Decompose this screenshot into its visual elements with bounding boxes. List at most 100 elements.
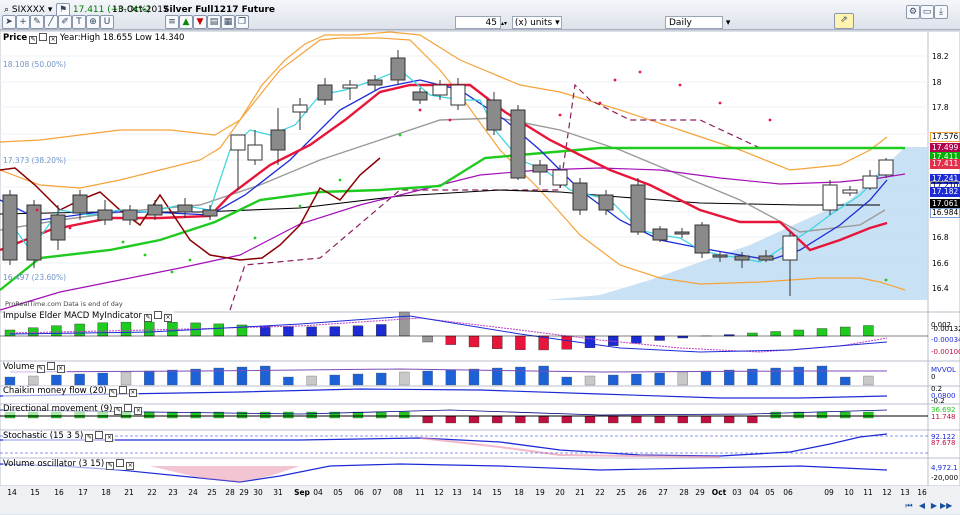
zoom-icon[interactable]: ⊕	[86, 15, 100, 29]
candle-body	[532, 164, 548, 173]
psar-dot	[884, 278, 888, 282]
x-axis-date-label: 20	[555, 488, 565, 497]
export-icon[interactable]: ⤓	[934, 5, 948, 19]
arrow-up-icon[interactable]: ▲	[179, 15, 193, 29]
window-icon[interactable]	[116, 459, 125, 467]
wrench-icon[interactable]: ✎	[143, 314, 152, 322]
x-axis-date-label: 16	[54, 488, 64, 497]
period-label: Daily	[665, 16, 723, 29]
macd-bar	[28, 327, 39, 337]
arrow-down-icon[interactable]: ▼	[193, 15, 207, 29]
nav-first-icon[interactable]: ⏮	[903, 500, 915, 511]
window-icon[interactable]	[118, 386, 127, 394]
wrench-icon[interactable]: ✎	[108, 389, 117, 397]
nav-play-icon[interactable]: ▶	[928, 500, 940, 511]
crosshair-icon[interactable]: +	[16, 15, 30, 29]
volume-bar	[631, 373, 642, 386]
line-icon[interactable]: ╱	[44, 15, 58, 29]
close-icon[interactable]: ×	[105, 434, 114, 442]
volosc-title: Volume oscillator (3 15)	[3, 459, 105, 469]
psar-dot	[398, 133, 402, 137]
window-icon[interactable]	[124, 404, 133, 412]
screen-icon[interactable]: ▭	[920, 5, 934, 19]
close-icon[interactable]: ×	[128, 389, 137, 397]
volume-bar	[677, 371, 688, 386]
close-icon[interactable]: ×	[163, 314, 172, 322]
psar-dot	[678, 83, 682, 87]
window-icon[interactable]	[39, 33, 48, 41]
macd-bar	[329, 326, 340, 337]
units-input[interactable]: 45	[455, 16, 501, 29]
candle-body	[367, 79, 383, 86]
window-icon[interactable]	[153, 311, 162, 319]
macd-pane-title: Impulse Elder MACD MyIndicator ✎ ×	[3, 311, 174, 322]
x-axis-date-label: 28	[225, 488, 235, 497]
fibonacci-icon[interactable]: ≡	[165, 15, 179, 29]
eraser-icon[interactable]: ✐	[58, 15, 72, 29]
price-pane-title: Price ✎ × Year:High 18.655 Low 14.340	[3, 33, 187, 44]
wrench-icon[interactable]: ✎	[36, 365, 45, 373]
wrench-icon[interactable]: ✎	[114, 407, 123, 415]
macd-bar	[399, 311, 410, 337]
macd-bar	[747, 332, 758, 337]
volume-bar	[468, 368, 480, 386]
grid-icon[interactable]: ▦	[221, 15, 235, 29]
wrench-icon[interactable]: ✎	[85, 434, 94, 442]
x-axis-date-label: 26	[637, 488, 647, 497]
dm-bar	[608, 415, 619, 424]
close-icon[interactable]: ×	[134, 407, 143, 415]
psar-dot	[298, 204, 302, 208]
psar-dot	[638, 70, 642, 74]
x-axis-date-label: 15	[30, 488, 40, 497]
price-axis-tick: 16.6	[932, 259, 949, 268]
macd-bar	[654, 335, 665, 341]
stack-icon[interactable]: ▤	[207, 15, 221, 29]
wrench-icon[interactable]: ✎	[29, 36, 38, 44]
x-axis-date-label: 13	[900, 488, 910, 497]
price-axis-tick: 17.8	[932, 103, 949, 112]
volume-bar	[515, 366, 526, 386]
year-range: Year:High 18.655 Low 14.340	[59, 33, 185, 43]
indicator-add[interactable]: ⇗	[834, 12, 854, 29]
volume-bar	[561, 376, 572, 386]
window-icon[interactable]	[95, 431, 104, 439]
cursor-icon[interactable]: ➤	[2, 15, 16, 29]
psar-dot	[170, 270, 174, 274]
x-axis-date-label: 31	[273, 488, 283, 497]
macd-bar	[376, 324, 387, 337]
macd-bar	[561, 335, 572, 350]
close-icon[interactable]: ×	[56, 365, 65, 373]
units-select[interactable]: (x) units ▾	[511, 16, 562, 29]
price-axis-tick: 18	[932, 78, 942, 87]
dm-bar	[445, 415, 456, 424]
chart-add-icon[interactable]: ⇗	[834, 13, 854, 29]
candle-body	[782, 235, 798, 261]
chart-canvas[interactable]	[0, 30, 960, 515]
wrench-icon[interactable]: ✎	[106, 462, 115, 470]
indicator-axis-tick: 11.748	[931, 413, 956, 421]
volume-bar	[144, 370, 155, 386]
candle-body	[510, 109, 526, 179]
window-icon[interactable]	[46, 362, 55, 370]
period-select[interactable]: Daily ▾	[665, 15, 730, 31]
magnet-icon[interactable]: U	[100, 15, 114, 29]
x-axis-date-label: 21	[575, 488, 585, 497]
pencil-icon[interactable]: ✎	[30, 15, 44, 29]
price-axis-tick: 18.2	[932, 52, 949, 61]
text-icon[interactable]: T	[72, 15, 86, 29]
x-axis-date-label: 18	[514, 488, 524, 497]
macd-bar	[492, 335, 503, 349]
close-icon[interactable]: ×	[49, 36, 58, 44]
stoch-pane-title: Stochastic (15 3 5) ✎ ×	[3, 431, 116, 442]
macd-bar	[143, 321, 155, 337]
nav-next-icon[interactable]: ▶▶	[940, 500, 952, 511]
price-value-tag: 17.576	[930, 132, 960, 142]
candle-body	[552, 169, 568, 186]
x-axis-date-label: 25	[207, 488, 217, 497]
nav-prev-icon[interactable]: ◀	[916, 500, 928, 511]
settings-icon[interactable]: ⚙	[906, 5, 920, 19]
copy-icon[interactable]: ❐	[235, 15, 249, 29]
volume-bar	[74, 373, 85, 386]
close-icon[interactable]: ×	[126, 462, 135, 470]
x-axis-date-label: 29	[695, 488, 705, 497]
